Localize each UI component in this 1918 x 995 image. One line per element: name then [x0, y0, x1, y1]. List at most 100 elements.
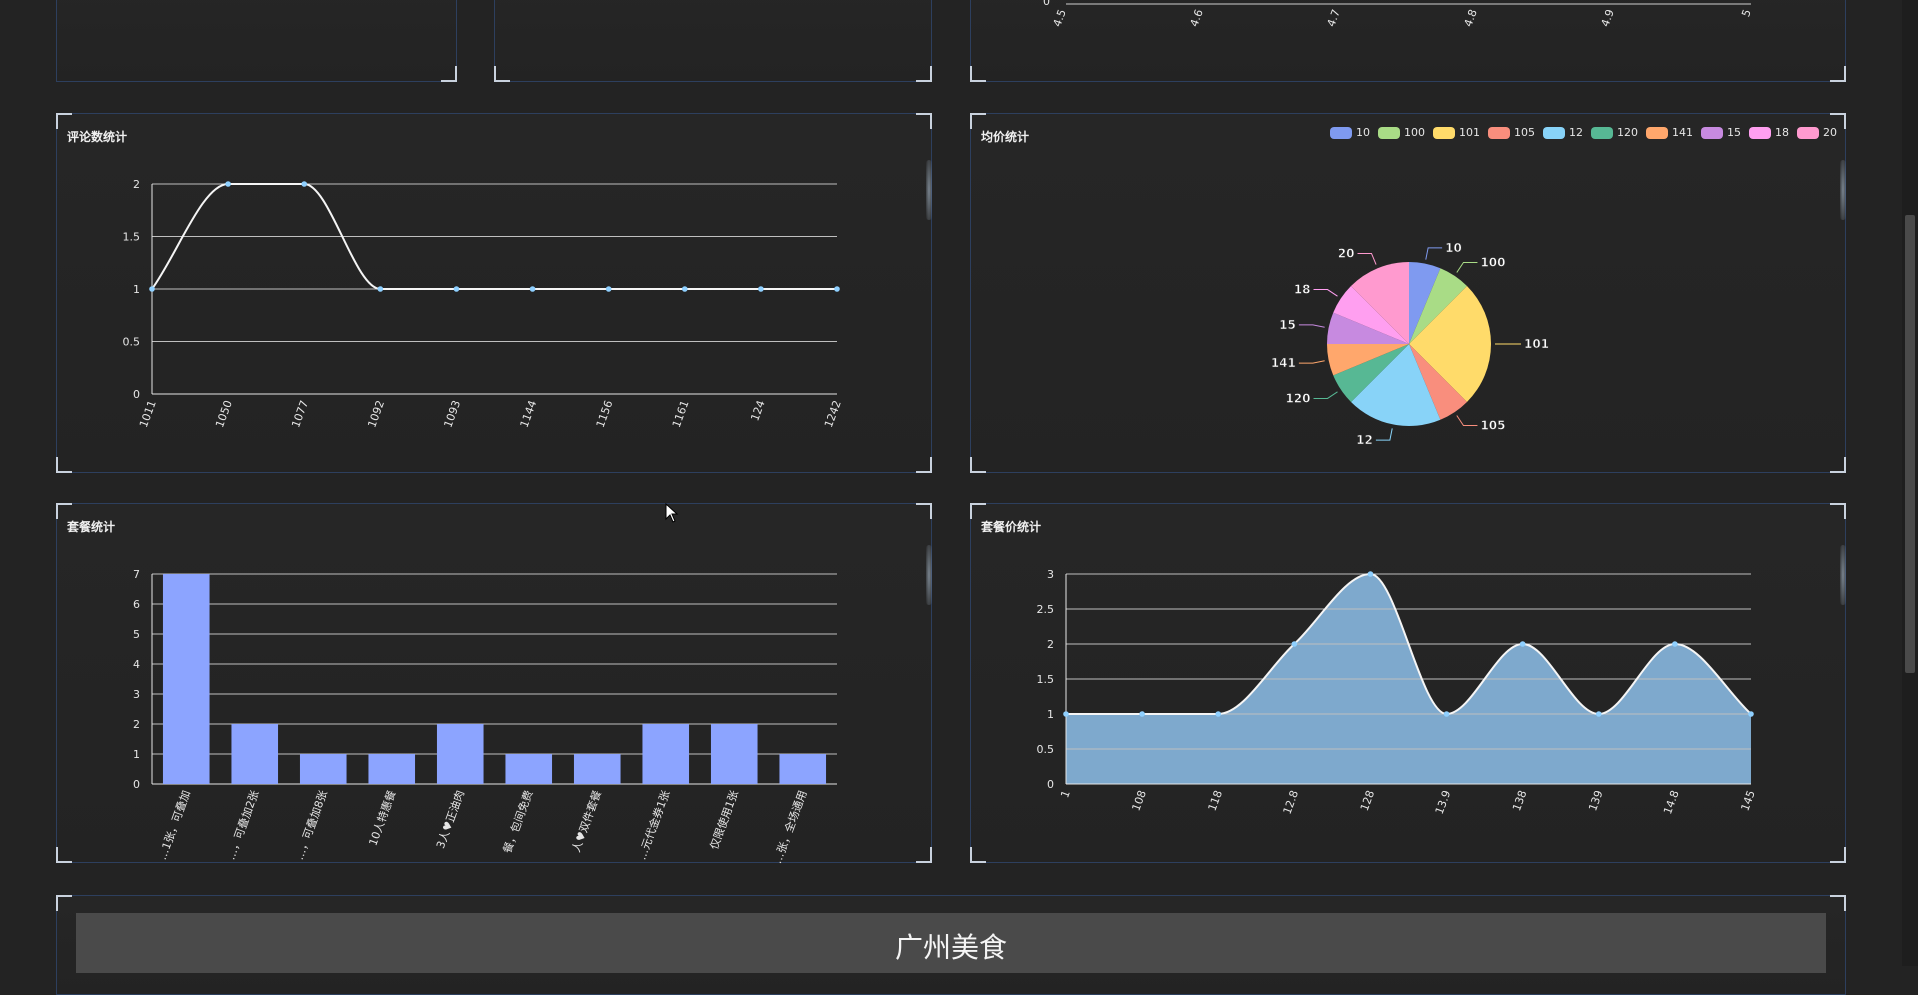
pie-slice-label: 101 [1524, 337, 1549, 351]
pie-slice-label: 141 [1271, 356, 1296, 370]
scrollbar-thumb[interactable] [1905, 215, 1915, 673]
package-price-chart-y-tick-label: 0 [1047, 778, 1054, 791]
package-bar [573, 754, 621, 784]
package-price-data-point [1748, 711, 1754, 717]
comments-x-tick-label: 1011 [137, 399, 159, 430]
package-bar [642, 724, 690, 784]
pie-label-line [1298, 360, 1325, 364]
pie-label-line [1425, 247, 1443, 260]
package-x-tick-label: 3人♥正油肉 [433, 788, 467, 850]
package-price-data-point [1215, 711, 1222, 717]
package-chart-y-tick-label: 5 [133, 628, 140, 641]
pie-label-line [1456, 415, 1478, 426]
package-bar [162, 574, 210, 784]
package-x-tick-label: 餐，包间免费 [500, 788, 536, 855]
package-price-x-tick-label: 108 [1130, 789, 1149, 813]
top-middle-panel [494, 0, 932, 82]
package-price-data-point [1139, 711, 1145, 717]
package-bar [368, 754, 416, 784]
package-price-panel: 套餐价统计 0 0.5 1 1.5 2 2.5 3 1 108 118 12.8 128 13.9 138… [970, 503, 1846, 863]
top-chart-y-zero: 0 [1043, 0, 1050, 8]
package-bar [436, 724, 484, 784]
pie-label-line [1313, 391, 1338, 399]
package-price-x-tick-label: 118 [1206, 789, 1225, 813]
package-chart-svg: 0 1 2 3 4 5 6 7 …1张，可叠加 …，可叠加2张 …，可叠加8张 10人特惠餐 3人♥正油… [133, 568, 837, 864]
top-chart-x-tick-label: 4.6 [1188, 8, 1206, 29]
top-chart-x-tick-label: 5 [1739, 8, 1754, 19]
package-price-data-point [1443, 711, 1450, 717]
package-price-chart-y-tick-label: 2.5 [1037, 603, 1055, 616]
package-x-tick-label: 人♥双件套餐 [569, 788, 604, 854]
package-x-tick-label: …，可叠加2张 [224, 789, 261, 862]
package-chart-y-tick-label: 7 [133, 568, 140, 581]
avg-price-panel: 均价统计 10 100 101 105 12 120 141 15 18 20 10 100 101 1… [970, 113, 1846, 473]
panel-edge-glow [1840, 160, 1846, 220]
comments-chart-y-tick-label: 0.5 [123, 336, 141, 349]
package-price-x-tick-label: 128 [1358, 789, 1377, 813]
package-price-x-tick-label: 13.9 [1433, 789, 1454, 816]
package-chart-y-tick-label: 0 [133, 778, 140, 791]
package-panel: 套餐统计 0 1 2 3 4 5 6 7 …1张，可叠加 …，可叠加2张 …，可叠加8张 10人特惠餐… [56, 503, 932, 864]
package-chart-y-tick-label: 6 [133, 598, 140, 611]
top-chart-x-tick-label: 4.9 [1599, 8, 1617, 29]
package-price-chart-y-tick-label: 2 [1047, 638, 1054, 651]
panel-corner [494, 66, 510, 82]
package-chart-y-tick-label: 3 [133, 688, 140, 701]
comments-x-tick-label: 1242 [822, 399, 844, 430]
pie-slice-label: 105 [1480, 418, 1505, 432]
panel-edge-glow [926, 545, 932, 605]
package-x-tick-label: …1张，可叠加 [156, 789, 193, 862]
pie-label-line [1298, 324, 1325, 328]
package-x-tick-label: …张，全场通用 [770, 788, 809, 864]
package-price-x-tick-label: 1 [1058, 789, 1073, 800]
page-scrollbar[interactable] [1902, 0, 1918, 966]
pie-label-line [1313, 289, 1338, 297]
package-price-x-tick-label: 139 [1586, 789, 1605, 813]
pie-slice-label: 10 [1445, 241, 1462, 255]
package-bar [299, 754, 347, 784]
package-price-chart-y-tick-label: 3 [1047, 568, 1054, 581]
comments-panel: 评论数统计 0 0.5 1 1.5 2 1011 1050 1077 1092 1093 1144 1… [56, 113, 932, 473]
panel-edge-glow [926, 160, 932, 220]
comments-data-point [225, 181, 231, 187]
package-x-tick-label: …，可叠加8张 [293, 789, 330, 862]
top-right-panel: 0 4.5 4.6 4.7 4.8 4.9 5 [970, 0, 1846, 82]
panel-corner [56, 895, 72, 911]
panel-corner [441, 66, 457, 82]
package-bar [505, 754, 553, 784]
package-bar [779, 754, 827, 784]
comments-chart-y-tick-label: 2 [133, 178, 140, 191]
comments-chart-svg: 0 0.5 1 1.5 2 1011 1050 1077 1092 1093 1144 1156 116… [123, 178, 844, 430]
top-chart-x-tick-label: 4.7 [1325, 8, 1343, 29]
top-chart-svg: 0 4.5 4.6 4.7 4.8 4.9 5 [1043, 0, 1754, 29]
top-chart-x-ticks: 4.5 4.6 4.7 4.8 4.9 5 [1051, 8, 1754, 29]
comments-data-point [453, 286, 460, 292]
pie-label-line [1456, 262, 1478, 273]
package-price-x-tick-label: 14.8 [1661, 789, 1682, 816]
package-price-chart-svg: 0 0.5 1 1.5 2 2.5 3 1 108 118 12.8 128 13.9 138 139 14.… [1037, 568, 1758, 816]
comments-data-point [529, 286, 536, 292]
pie-slice-label: 100 [1480, 256, 1505, 270]
pie-slice-label: 120 [1285, 391, 1310, 405]
package-x-tick-label: 仅限使用1张 [708, 789, 741, 852]
comments-chart-y-tick-label: 1.5 [123, 231, 141, 244]
package-price-data-point [1672, 641, 1678, 647]
comments-data-point [149, 286, 155, 292]
panel-corner [1830, 895, 1846, 911]
pie-slice-label: 12 [1356, 433, 1373, 447]
package-price-chart-y-tick-label: 0.5 [1037, 743, 1055, 756]
comments-x-tick-label: 1050 [213, 399, 235, 430]
comments-data-point [834, 286, 840, 292]
panel-edge-glow [1840, 545, 1846, 605]
package-chart-y-tick-label: 4 [133, 658, 140, 671]
pie-label-line [1375, 428, 1393, 441]
pie-slice-label: 15 [1279, 318, 1296, 332]
comments-x-tick-label: 1144 [518, 399, 540, 430]
comments-x-tick-label: 1077 [289, 399, 311, 430]
pie-label-line [1357, 252, 1377, 265]
package-bar [231, 724, 279, 784]
mouse-cursor-icon [665, 503, 679, 523]
comments-x-tick-label: 1156 [594, 399, 616, 430]
comments-chart-y-tick-label: 1 [133, 283, 140, 296]
package-price-data-point [1367, 571, 1374, 577]
